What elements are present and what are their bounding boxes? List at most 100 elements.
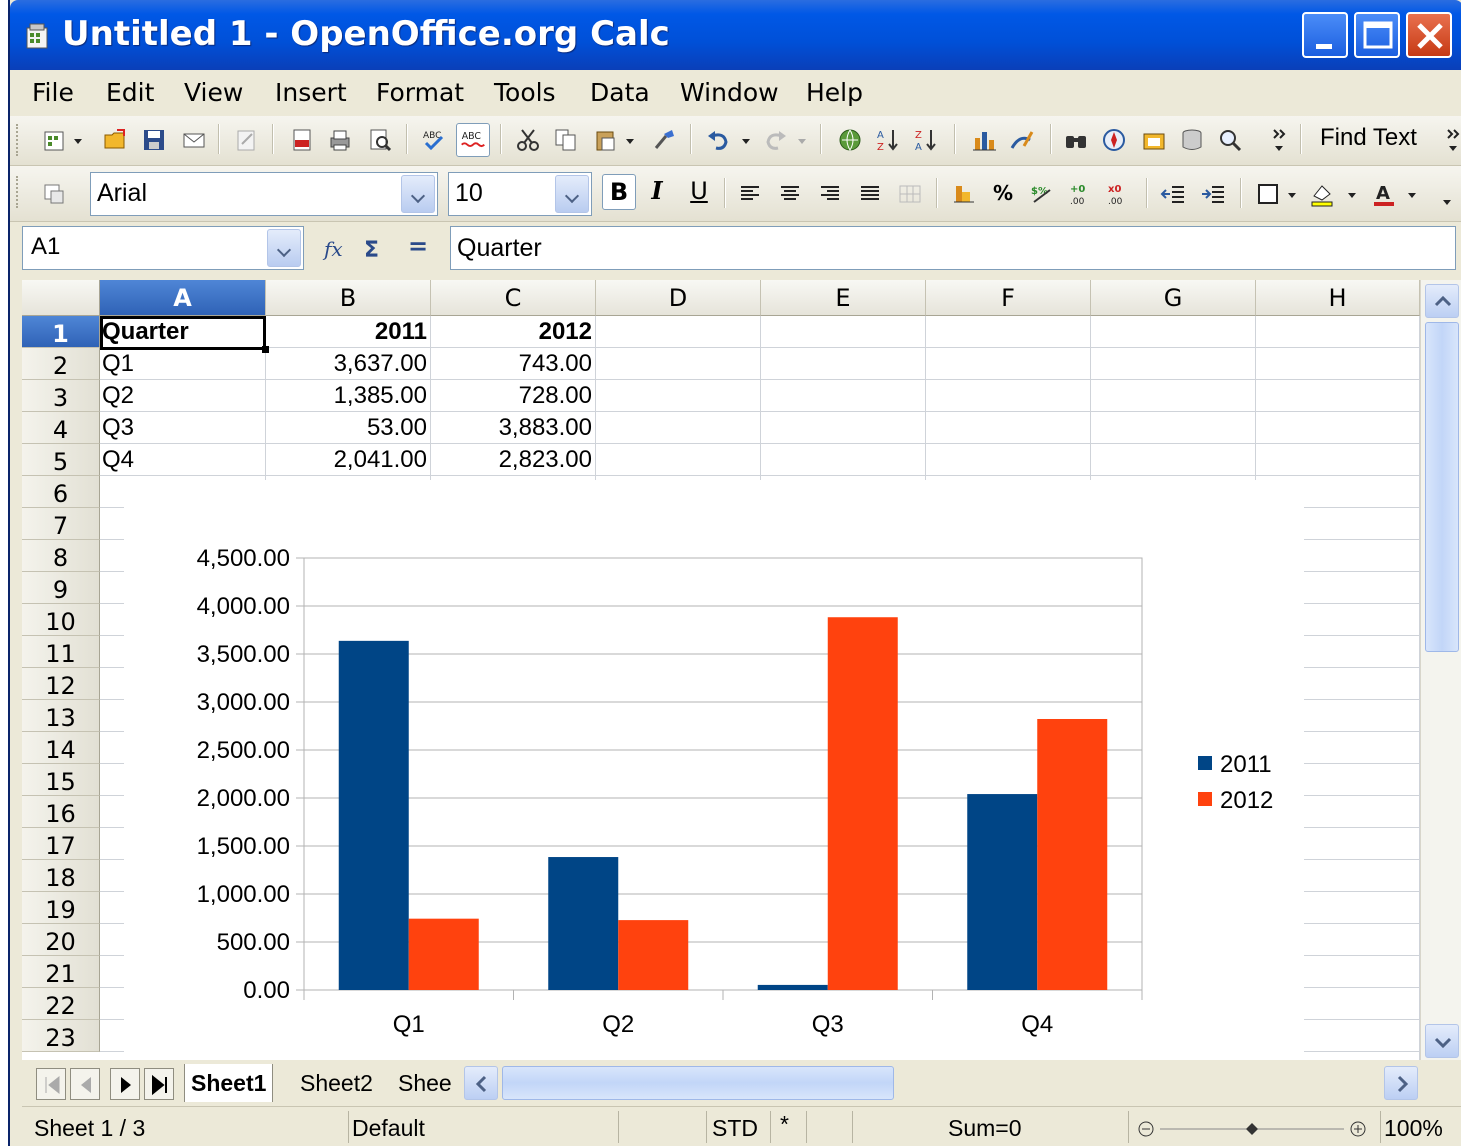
merge-cells-icon[interactable] <box>896 180 924 208</box>
gallery-icon[interactable] <box>1140 126 1168 154</box>
export-pdf-icon[interactable] <box>288 126 316 154</box>
menu-file[interactable]: File <box>32 78 74 107</box>
cell-b5[interactable]: 2,041.00 <box>266 444 431 476</box>
toolbar-grip[interactable] <box>16 124 20 156</box>
row-header-1[interactable]: 1 <box>22 316 100 348</box>
select-all-corner[interactable] <box>22 280 100 316</box>
find-replace-icon[interactable] <box>1062 126 1090 154</box>
menu-tools[interactable]: Tools <box>494 78 556 107</box>
row-header-3[interactable]: 3 <box>22 380 100 412</box>
cell-c1[interactable]: 2012 <box>431 316 596 348</box>
align-left-icon[interactable] <box>736 180 764 208</box>
save-icon[interactable] <box>140 126 168 154</box>
menu-edit[interactable]: Edit <box>106 78 154 107</box>
close-button[interactable] <box>1406 12 1452 58</box>
row-header-19[interactable]: 19 <box>22 892 100 924</box>
row-header-11[interactable]: 11 <box>22 636 100 668</box>
row-header-20[interactable]: 20 <box>22 924 100 956</box>
toolbar-grip[interactable] <box>16 176 20 208</box>
undo-icon[interactable] <box>704 126 732 154</box>
insert-chart-icon[interactable] <box>970 126 998 154</box>
row-header-9[interactable]: 9 <box>22 572 100 604</box>
increase-indent-icon[interactable] <box>1200 180 1228 208</box>
cut-icon[interactable] <box>514 126 542 154</box>
scroll-thumb[interactable] <box>1425 322 1459 652</box>
cell-b4[interactable]: 53.00 <box>266 412 431 444</box>
email-icon[interactable] <box>180 126 208 154</box>
paste-icon[interactable] <box>592 126 620 154</box>
cell-c3[interactable]: 728.00 <box>431 380 596 412</box>
menu-help[interactable]: Help <box>806 78 863 107</box>
column-header-g[interactable]: G <box>1091 280 1256 316</box>
toolbar-overflow-icon[interactable] <box>1440 180 1456 208</box>
first-sheet-button[interactable] <box>36 1068 66 1100</box>
row-header-16[interactable]: 16 <box>22 796 100 828</box>
hyperlink-icon[interactable] <box>836 126 864 154</box>
new-document-icon[interactable] <box>40 126 68 154</box>
navigator-icon[interactable] <box>1100 126 1128 154</box>
toolbar-overflow-icon[interactable] <box>1446 126 1461 154</box>
cell-b2[interactable]: 3,637.00 <box>266 348 431 380</box>
row-header-22[interactable]: 22 <box>22 988 100 1020</box>
scroll-left-button[interactable] <box>464 1066 498 1100</box>
chevron-down-icon[interactable] <box>555 175 589 213</box>
cell-a2[interactable]: Q1 <box>100 348 266 380</box>
column-header-a[interactable]: A <box>100 280 266 316</box>
italic-button[interactable]: I <box>640 174 674 210</box>
align-right-icon[interactable] <box>816 180 844 208</box>
show-draw-functions-icon[interactable] <box>1008 126 1036 154</box>
scroll-right-button[interactable] <box>1384 1066 1418 1100</box>
row-header-18[interactable]: 18 <box>22 860 100 892</box>
dropdown-arrow-icon[interactable] <box>624 126 636 154</box>
column-header-f[interactable]: F <box>926 280 1091 316</box>
zoom-icon[interactable] <box>1216 126 1244 154</box>
borders-icon[interactable] <box>1254 180 1282 208</box>
page-style[interactable]: Default <box>352 1115 425 1142</box>
chevron-down-icon[interactable] <box>401 175 435 213</box>
menu-view[interactable]: View <box>184 78 243 107</box>
menu-window[interactable]: Window <box>680 78 779 107</box>
align-center-icon[interactable] <box>776 180 804 208</box>
row-header-6[interactable]: 6 <box>22 476 100 508</box>
sum-icon[interactable]: Σ <box>360 234 390 264</box>
scroll-up-button[interactable] <box>1425 284 1459 318</box>
row-header-2[interactable]: 2 <box>22 348 100 380</box>
row-header-23[interactable]: 23 <box>22 1020 100 1052</box>
sort-ascending-icon[interactable]: AZ <box>874 126 902 154</box>
currency-format-icon[interactable] <box>950 180 978 208</box>
zoom-level[interactable]: 100% <box>1384 1115 1443 1142</box>
sheet-tab[interactable]: Sheet1 <box>184 1064 274 1102</box>
scroll-down-button[interactable] <box>1425 1024 1459 1058</box>
column-header-b[interactable]: B <box>266 280 431 316</box>
bar-chart[interactable]: 0.00 500.00 1,000.00 1,500.00 2,000.00 2,500.… <box>124 480 1304 1060</box>
autospellcheck-icon[interactable]: ABC <box>456 123 490 157</box>
cell-a4[interactable]: Q3 <box>100 412 266 444</box>
print-icon[interactable] <box>326 126 354 154</box>
column-header-d[interactable]: D <box>596 280 761 316</box>
styles-formatting-icon[interactable] <box>40 180 68 208</box>
row-header-4[interactable]: 4 <box>22 412 100 444</box>
bold-button[interactable]: B <box>602 174 636 210</box>
cell-b1[interactable]: 2011 <box>266 316 431 348</box>
sort-descending-icon[interactable]: ZA <box>912 126 940 154</box>
title-bar[interactable]: Untitled 1 - OpenOffice.org Calc <box>10 0 1461 70</box>
cell-a3[interactable]: Q2 <box>100 380 266 412</box>
redo-icon[interactable] <box>762 126 790 154</box>
dropdown-arrow-icon[interactable] <box>796 126 808 154</box>
vertical-scrollbar[interactable] <box>1420 280 1461 1060</box>
row-header-8[interactable]: 8 <box>22 540 100 572</box>
dropdown-arrow-icon[interactable] <box>1286 180 1298 208</box>
row-header-17[interactable]: 17 <box>22 828 100 860</box>
cell-c4[interactable]: 3,883.00 <box>431 412 596 444</box>
cell-c5[interactable]: 2,823.00 <box>431 444 596 476</box>
cell-b3[interactable]: 1,385.00 <box>266 380 431 412</box>
menu-data[interactable]: Data <box>590 78 650 107</box>
column-header-e[interactable]: E <box>761 280 926 316</box>
next-sheet-button[interactable] <box>110 1068 140 1100</box>
sheet-tab[interactable]: Sheet2 <box>294 1064 379 1102</box>
minimize-button[interactable] <box>1302 12 1348 58</box>
horizontal-scroll-thumb[interactable] <box>502 1066 894 1100</box>
row-header-13[interactable]: 13 <box>22 700 100 732</box>
percent-format-button[interactable]: % <box>986 176 1020 212</box>
name-box[interactable]: A1 <box>22 226 304 270</box>
